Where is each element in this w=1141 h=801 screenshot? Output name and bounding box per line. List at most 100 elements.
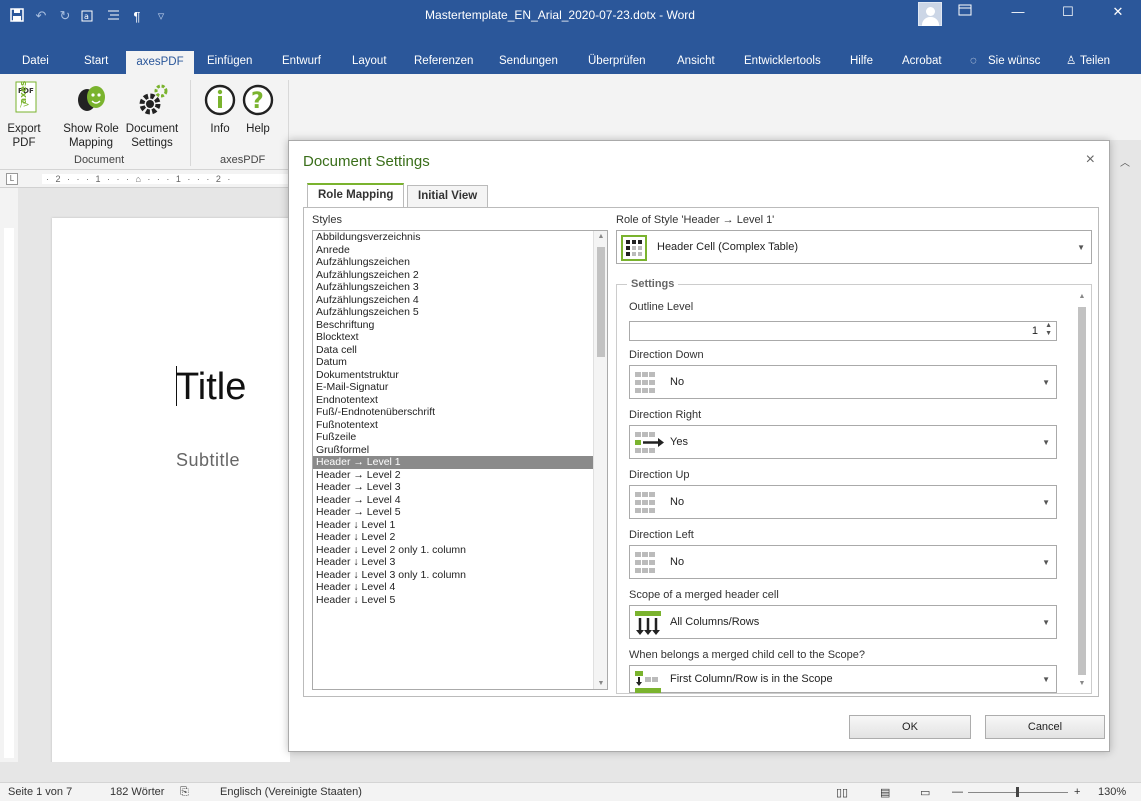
- list-item[interactable]: E-Mail-Signatur: [313, 381, 607, 394]
- tab-acrobat[interactable]: Acrobat: [898, 50, 946, 74]
- list-format-icon[interactable]: [104, 8, 122, 25]
- list-item[interactable]: Header ↓ Level 2 only 1. column: [313, 544, 607, 557]
- list-item[interactable]: Fußnotentext: [313, 419, 607, 432]
- spelling-icon[interactable]: a: [80, 8, 98, 25]
- child-scope-select[interactable]: First Column/Row is in the Scope ▼: [629, 665, 1057, 693]
- close-window-icon[interactable]: ✕: [1098, 4, 1138, 24]
- tab-referenzen[interactable]: Referenzen: [410, 50, 477, 74]
- tab-axespdf[interactable]: axesPDF: [126, 50, 194, 74]
- tab-ansicht[interactable]: Ansicht: [673, 50, 719, 74]
- language-indicator[interactable]: Englisch (Vereinigte Staaten): [220, 786, 362, 798]
- list-item[interactable]: Aufzählungszeichen 3: [313, 281, 607, 294]
- page-count[interactable]: Seite 1 von 7: [8, 786, 72, 798]
- list-item[interactable]: Grußformel: [313, 444, 607, 457]
- zoom-out-button[interactable]: —: [952, 786, 963, 798]
- scroll-thumb[interactable]: [597, 247, 605, 357]
- close-icon[interactable]: ×: [1086, 151, 1095, 169]
- undo-icon[interactable]: ↶: [32, 8, 50, 24]
- cancel-button[interactable]: Cancel: [985, 715, 1105, 739]
- document-subtitle[interactable]: Subtitle: [176, 450, 240, 471]
- settings-scrollbar[interactable]: ▲ ▼: [1075, 293, 1089, 687]
- tab-ueberpruefen[interactable]: Überprüfen: [584, 50, 650, 74]
- list-item[interactable]: Endnotentext: [313, 394, 607, 407]
- direction-left-select[interactable]: No ▼: [629, 545, 1057, 579]
- list-item[interactable]: Header → Level 5: [313, 506, 607, 519]
- document-page[interactable]: Title Subtitle: [52, 218, 290, 762]
- list-item[interactable]: Beschriftung: [313, 319, 607, 332]
- word-count[interactable]: 182 Wörter: [110, 786, 164, 798]
- list-item[interactable]: Aufzählungszeichen 5: [313, 306, 607, 319]
- tab-entwurf[interactable]: Entwurf: [278, 50, 325, 74]
- list-item[interactable]: Header → Level 2: [313, 469, 607, 482]
- scroll-down-icon[interactable]: ▼: [594, 680, 607, 687]
- tab-role-mapping[interactable]: Role Mapping: [307, 183, 405, 207]
- tab-start[interactable]: Start: [80, 50, 112, 74]
- list-item[interactable]: Header ↓ Level 2: [313, 531, 607, 544]
- tab-datei[interactable]: Datei: [18, 50, 53, 74]
- tell-me-search[interactable]: Sie wünsc: [984, 50, 1042, 74]
- save-icon[interactable]: [8, 7, 26, 25]
- scroll-up-icon[interactable]: ▲: [1075, 293, 1089, 300]
- zoom-level[interactable]: 130%: [1098, 786, 1126, 798]
- list-item[interactable]: Abbildungsverzeichnis: [313, 231, 607, 244]
- vertical-ruler-scale[interactable]: [4, 228, 14, 758]
- scroll-up-icon[interactable]: ▲: [594, 233, 607, 240]
- list-item[interactable]: Header → Level 3: [313, 481, 607, 494]
- list-item[interactable]: Anrede: [313, 244, 607, 257]
- list-item[interactable]: Header ↓ Level 4: [313, 581, 607, 594]
- tab-layout[interactable]: Layout: [348, 50, 391, 74]
- document-settings-button[interactable]: Document Settings: [122, 80, 182, 150]
- list-item[interactable]: Data cell: [313, 344, 607, 357]
- list-item[interactable]: Header ↓ Level 1: [313, 519, 607, 532]
- tab-einfuegen[interactable]: Einfügen: [203, 50, 256, 74]
- zoom-in-button[interactable]: +: [1074, 786, 1080, 798]
- list-item[interactable]: Aufzählungszeichen: [313, 256, 607, 269]
- tab-teilen[interactable]: Teilen: [1076, 50, 1114, 74]
- maximize-icon[interactable]: ☐: [1048, 4, 1088, 24]
- tab-entwicklertools[interactable]: Entwicklertools: [740, 50, 825, 74]
- read-mode-icon[interactable]: ▯▯: [836, 786, 848, 799]
- tab-hilfe[interactable]: Hilfe: [846, 50, 877, 74]
- list-item[interactable]: Header → Level 4: [313, 494, 607, 507]
- direction-up-select[interactable]: No ▼: [629, 485, 1057, 519]
- styles-scrollbar[interactable]: ▲ ▼: [593, 231, 607, 689]
- list-item[interactable]: Dokumentstruktur: [313, 369, 607, 382]
- ruler-scale[interactable]: · 2 · · · 1 · · · ⌂ · · · 1 · · · 2 ·: [42, 174, 292, 184]
- pilcrow-icon[interactable]: ¶: [128, 9, 146, 24]
- scroll-thumb[interactable]: [1078, 307, 1086, 675]
- zoom-slider-thumb[interactable]: [1016, 787, 1019, 797]
- help-button[interactable]: ? Help: [240, 80, 276, 136]
- direction-right-select[interactable]: Yes ▼: [629, 425, 1057, 459]
- tab-initial-view[interactable]: Initial View: [407, 185, 489, 207]
- export-pdf-button[interactable]: PDF /> axes Export PDF: [6, 80, 42, 150]
- user-avatar[interactable]: [918, 2, 942, 26]
- ribbon-display-icon[interactable]: [945, 4, 985, 24]
- customize-qat-icon[interactable]: ▿: [152, 8, 170, 24]
- proofing-icon[interactable]: ⎘: [180, 786, 189, 799]
- minimize-icon[interactable]: —: [998, 4, 1038, 24]
- print-layout-icon[interactable]: ▤: [880, 786, 890, 799]
- stepper-arrows-icon[interactable]: ▲ ▼: [1045, 322, 1052, 338]
- list-item[interactable]: Header ↓ Level 3 only 1. column: [313, 569, 607, 582]
- list-item[interactable]: Fußzeile: [313, 431, 607, 444]
- role-select[interactable]: Header Cell (Complex Table) ▼: [616, 230, 1092, 264]
- lightbulb-icon[interactable]: ◌: [966, 50, 981, 74]
- info-button[interactable]: Info: [202, 80, 238, 136]
- document-title[interactable]: Title: [176, 366, 246, 409]
- outline-level-stepper[interactable]: 1 ▲ ▼: [629, 321, 1057, 341]
- web-layout-icon[interactable]: ▭: [920, 786, 930, 799]
- tab-selector[interactable]: L: [6, 173, 18, 185]
- list-item[interactable]: Fuß/-Endnotenüberschrift: [313, 406, 607, 419]
- ok-button[interactable]: OK: [849, 715, 971, 739]
- list-item[interactable]: Header ↓ Level 3: [313, 556, 607, 569]
- list-item[interactable]: Datum: [313, 356, 607, 369]
- tab-sendungen[interactable]: Sendungen: [495, 50, 562, 74]
- direction-down-select[interactable]: No ▼: [629, 365, 1057, 399]
- list-item[interactable]: Blocktext: [313, 331, 607, 344]
- styles-list[interactable]: Abbildungsverzeichnis Anrede Aufzählungsze…: [312, 230, 608, 690]
- collapse-ribbon-icon[interactable]: ︿: [1120, 154, 1130, 169]
- scroll-down-icon[interactable]: ▼: [1075, 680, 1089, 687]
- list-item[interactable]: Aufzählungszeichen 2: [313, 269, 607, 282]
- list-item[interactable]: Header → Level 1: [313, 456, 607, 469]
- list-item[interactable]: Header ↓ Level 5: [313, 594, 607, 607]
